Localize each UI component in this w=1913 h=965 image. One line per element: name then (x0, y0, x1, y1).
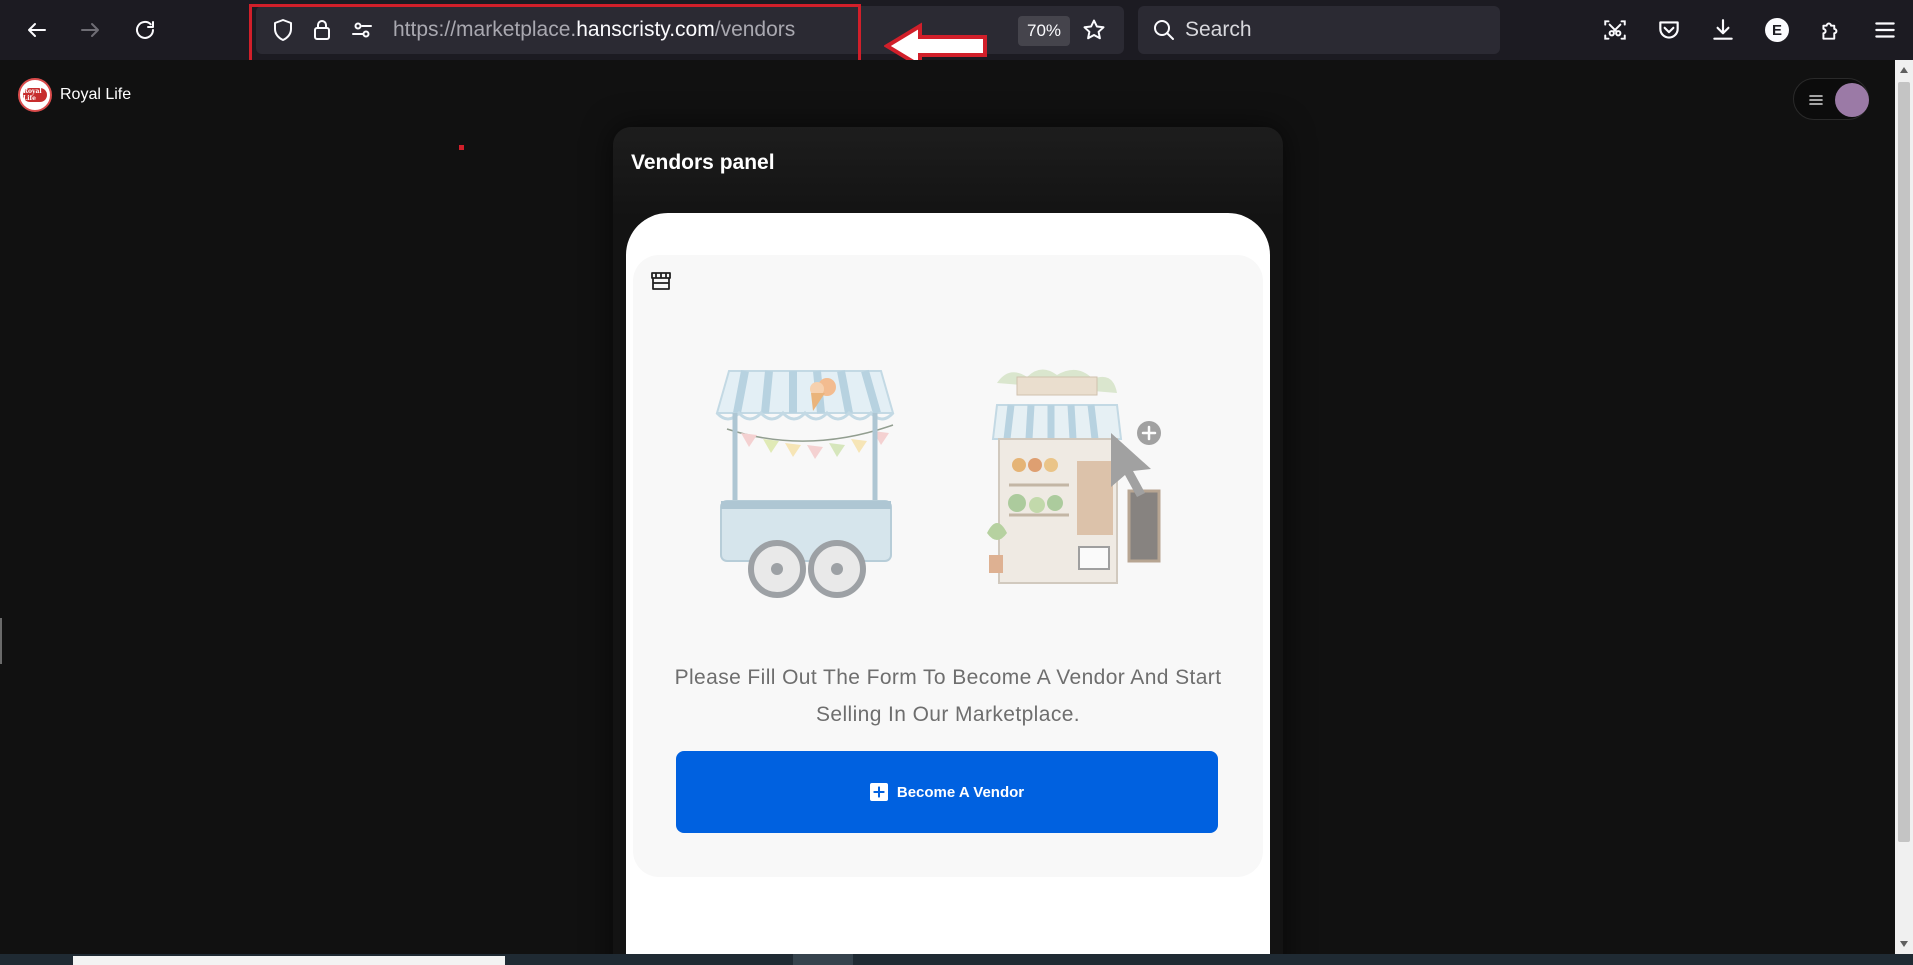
puzzle-icon (1822, 22, 1838, 40)
page-scrollbar[interactable] (1895, 60, 1913, 954)
search-placeholder: Search (1185, 18, 1252, 41)
reload-button[interactable] (125, 10, 165, 50)
brand-logo: Royal Life (18, 78, 52, 112)
edge-handle (0, 618, 2, 664)
vendor-card-body: Please Fill Out The Form To Become A Ven… (633, 255, 1263, 877)
become-vendor-button[interactable]: Become A Vendor (676, 751, 1218, 833)
store-icon (651, 272, 671, 290)
scrollbar-thumb[interactable] (1898, 82, 1910, 842)
pocket-icon (1659, 21, 1679, 39)
search-icon (1152, 18, 1176, 42)
os-taskbar (0, 954, 1913, 965)
vendors-panel: Vendors panel Please Fill Out The Form T… (613, 127, 1283, 965)
taskbar-window[interactable] (73, 956, 505, 965)
forward-button[interactable] (70, 10, 110, 50)
page-content: Royal Life Royal Life Vendors panel Plea… (0, 60, 1895, 965)
zoom-level-badge[interactable]: 70% (1018, 16, 1070, 46)
account-avatar: E (1765, 18, 1789, 42)
scroll-up-icon[interactable] (1899, 66, 1909, 74)
downloads-button[interactable] (1703, 10, 1743, 50)
vendor-card: Please Fill Out The Form To Become A Ven… (626, 213, 1270, 965)
vendor-illustration (715, 369, 1161, 598)
search-bar[interactable]: Search (1138, 6, 1500, 54)
taskbar-item[interactable] (793, 954, 853, 965)
brand-logo-text: Royal Life (23, 88, 47, 102)
back-button[interactable] (17, 10, 57, 50)
download-icon (1713, 19, 1733, 40)
account-button[interactable]: E (1757, 10, 1797, 50)
bookmark-star-icon[interactable] (1082, 18, 1106, 42)
arrow-right-icon (81, 23, 99, 37)
plus-icon (869, 783, 888, 801)
brand-link[interactable]: Royal Life Royal Life (18, 78, 131, 112)
scroll-down-icon[interactable] (1899, 940, 1909, 948)
become-vendor-label: Become A Vendor (896, 783, 1025, 801)
vendor-description: Please Fill Out The Form To Become A Ven… (674, 666, 1222, 726)
extensions-button[interactable] (1811, 10, 1851, 50)
brand-name: Royal Life (60, 86, 132, 103)
pocket-button[interactable] (1649, 10, 1689, 50)
reload-icon (136, 20, 154, 39)
panel-title: Vendors panel (631, 151, 775, 174)
hamburger-icon (1875, 22, 1895, 38)
arrow-left-icon (28, 23, 46, 37)
app-menu-button[interactable] (1865, 10, 1905, 50)
annotation-dot (459, 145, 464, 150)
screenshot-icon (1604, 20, 1626, 40)
screenshot-button[interactable] (1595, 10, 1635, 50)
user-avatar (1835, 83, 1869, 117)
user-menu-toggle[interactable] (1793, 78, 1869, 120)
menu-icon (1809, 95, 1823, 105)
